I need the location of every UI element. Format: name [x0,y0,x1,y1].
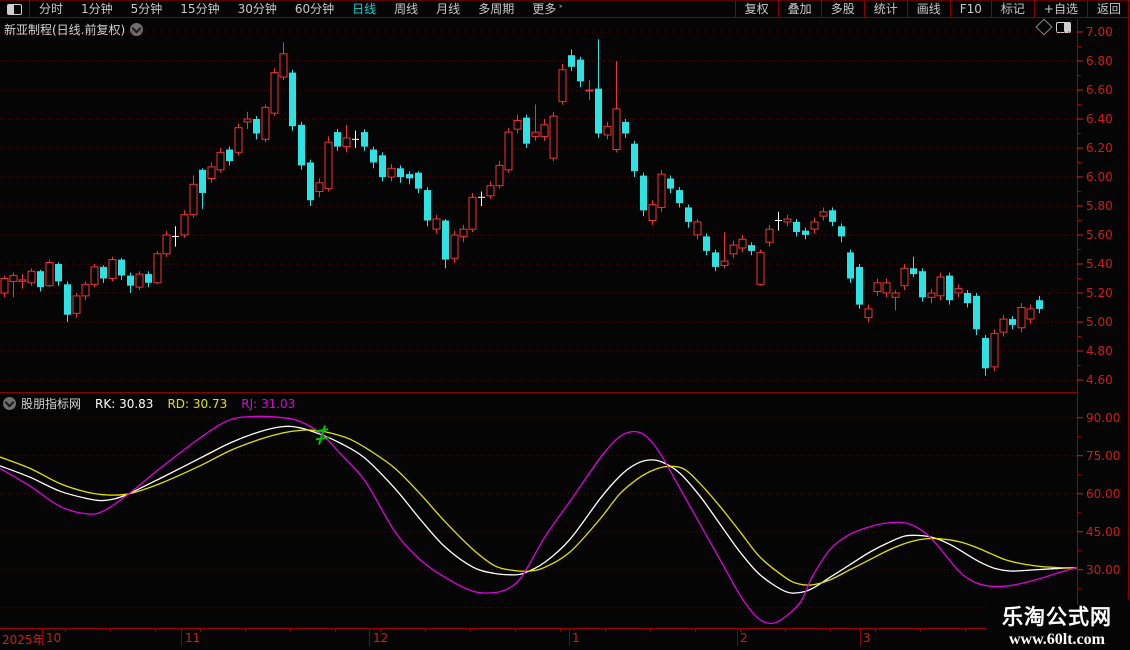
indicator-value-RD: RD: 30.73 [167,396,228,411]
action-button-复权[interactable]: 复权 [734,1,778,17]
month-label-11: 11 [185,631,201,645]
action-button-多股[interactable]: 多股 [820,1,864,17]
price-tick-label: 6.20 [1086,141,1113,155]
month-separator [181,629,182,646]
watermark: 乐淘公式网 www.60lt.com [986,605,1128,649]
chevron-right-icon: ˃ [558,5,564,16]
price-tick-label: 5.60 [1086,227,1113,242]
week-tick [155,629,156,632]
indicator-tick-label: 90.00 [1086,410,1121,425]
month-separator [569,629,570,646]
period-toolbar: 分时 1分钟 5分钟 15分钟 30分钟 60分钟 日线 周线 月线 多周期 更多 ˃ 复权 叠加 多股… [0,0,1130,18]
price-tick-label: 6.00 [1086,170,1113,184]
more-menu[interactable]: 更多 ˃ [523,1,572,17]
price-tick-label: 7.00 [1086,25,1113,40]
price-tick-label: 6.40 [1086,112,1113,127]
date-axis[interactable]: 2025年 10 11 12 1 2 3 [0,628,1086,650]
period-tab-30分钟[interactable]: 30分钟 [229,1,286,17]
period-tab-周线[interactable]: 周线 [385,1,427,17]
indicator-name: 股朋指标网 [21,397,82,411]
week-tick [425,629,426,632]
trading-app-window: 分时 1分钟 5分钟 15分钟 30分钟 60分钟 日线 周线 月线 多周期 更多 ˃ 复权 叠加 多股… [0,0,1130,650]
period-tab-日线[interactable]: 日线 [343,1,385,17]
price-tick-label: 5.40 [1086,256,1113,271]
more-label: 更多 [532,2,557,16]
week-tick [875,629,876,632]
period-tab-1分钟[interactable]: 1分钟 [72,1,122,17]
month-separator [42,629,43,646]
indicator-tick-label: 45.00 [1086,524,1121,539]
week-tick [695,629,696,632]
week-tick [470,629,471,632]
period-tab-60分钟[interactable]: 60分钟 [286,1,343,17]
panel-toggle-icon [7,3,22,15]
week-tick [560,629,561,632]
month-separator [369,629,370,646]
indicator-tick-label: 60.00 [1086,486,1121,501]
period-tab-5分钟[interactable]: 5分钟 [122,1,172,17]
chevron-down-icon[interactable] [3,397,16,410]
week-tick [65,629,66,632]
action-buttons: 复权 叠加 多股 统计 画线 F10 标记 +自选 返回 [734,1,1130,17]
indicator-tick-label: 75.00 [1086,448,1121,463]
indicator-tick-label: 30.00 [1086,562,1121,577]
week-tick [110,629,111,632]
week-tick [200,629,201,632]
week-tick [965,629,966,632]
week-tick [245,629,246,632]
indicator-values: RK: 30.83 RD: 30.73 RJ: 31.03 [81,397,295,411]
week-tick [335,629,336,632]
week-tick [785,629,786,632]
action-button-统计[interactable]: 统计 [863,1,907,17]
action-button-画线[interactable]: 画线 [906,1,950,17]
period-tab-月线[interactable]: 月线 [427,1,469,17]
year-label: 2025年 [2,633,45,647]
price-tick-label: 6.60 [1086,83,1113,98]
week-tick [650,629,651,632]
price-tick-label: 6.80 [1086,54,1113,69]
month-label-3: 3 [863,631,871,645]
candlestick-chart[interactable] [0,19,1078,393]
action-button-叠加[interactable]: 叠加 [777,1,821,17]
watermark-url: www.60lt.com [1009,631,1105,648]
period-tab-15分钟[interactable]: 15分钟 [171,1,228,17]
watermark-site-name: 乐淘公式网 [1002,605,1112,629]
week-tick [920,629,921,632]
indicator-value-RK: RK: 30.83 [95,396,154,411]
price-tick-label: 5.80 [1086,199,1113,213]
indicator-chart[interactable] [0,412,1078,628]
month-label-12: 12 [373,631,389,645]
week-tick [290,629,291,632]
price-tick-label: 4.60 [1086,372,1113,387]
action-button-F10[interactable]: F10 [949,1,991,17]
week-tick [380,629,381,632]
week-tick [740,629,741,632]
price-tick-label: 5.20 [1086,285,1113,300]
month-label-1: 1 [572,631,580,645]
month-label-10: 10 [46,631,62,645]
month-label-2: 2 [740,631,748,645]
price-tick-label: 4.80 [1086,343,1113,358]
indicator-value-RJ: RJ: 31.03 [241,396,296,411]
period-tab-多周期[interactable]: 多周期 [469,1,523,17]
period-tab-分时[interactable]: 分时 [30,1,72,17]
indicator-header: 股朋指标网 RK: 30.83 RD: 30.73 RJ: 31.03 [3,395,295,412]
month-separator [860,629,861,646]
panel-toggle-button[interactable] [0,1,30,17]
price-tick-label: 5.00 [1086,314,1113,329]
week-tick [515,629,516,632]
panel-divider [0,392,1078,393]
week-tick [605,629,606,632]
month-separator [737,629,738,646]
period-tabs: 分时 1分钟 5分钟 15分钟 30分钟 60分钟 日线 周线 月线 多周期 [30,1,523,17]
action-button-标记[interactable]: 标记 [990,1,1034,17]
week-tick [830,629,831,632]
